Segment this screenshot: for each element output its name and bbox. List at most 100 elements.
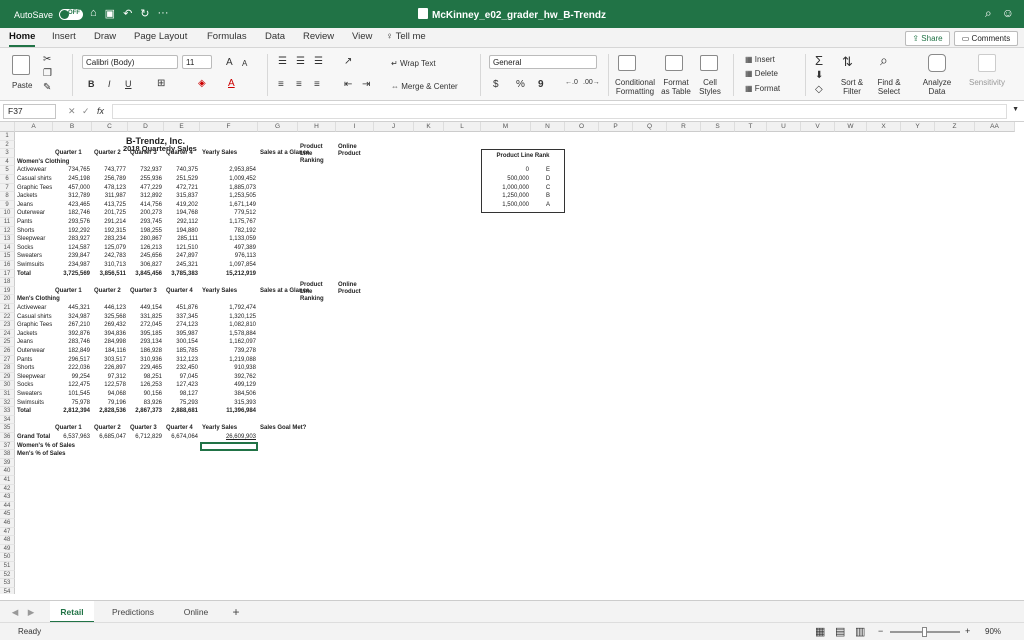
tab-page-layout[interactable]: Page Layout: [134, 31, 187, 42]
row-header[interactable]: 20: [0, 295, 15, 304]
increase-indent-icon[interactable]: ⇥: [362, 79, 370, 90]
column-header-s[interactable]: S: [701, 122, 735, 132]
add-sheet-icon[interactable]: +: [228, 601, 244, 623]
find-select-label[interactable]: Find & Select: [874, 78, 904, 96]
align-center-icon[interactable]: ≡: [296, 79, 302, 90]
column-header-i[interactable]: I: [336, 122, 374, 132]
column-header-m[interactable]: M: [481, 122, 531, 132]
tab-view[interactable]: View: [352, 31, 372, 42]
comma-button[interactable]: 9: [538, 79, 544, 90]
align-middle-icon[interactable]: ☰: [296, 56, 305, 67]
column-header-g[interactable]: G: [258, 122, 298, 132]
column-header-j[interactable]: J: [374, 122, 414, 132]
row-header[interactable]: 7: [0, 183, 15, 193]
zoom-slider-thumb[interactable]: [922, 627, 927, 637]
row-header[interactable]: 45: [0, 510, 15, 519]
row-header[interactable]: 19: [0, 286, 15, 296]
row-header[interactable]: 50: [0, 553, 15, 562]
format-as-table-icon[interactable]: [665, 55, 683, 71]
row-header[interactable]: 2: [0, 140, 15, 150]
select-all-corner[interactable]: [0, 122, 15, 132]
column-header-k[interactable]: K: [414, 122, 444, 132]
row-header[interactable]: 38: [0, 450, 15, 459]
share-button[interactable]: ⇪ Share: [905, 31, 950, 46]
tell-me-search[interactable]: ♀ Tell me: [386, 31, 426, 42]
column-header-p[interactable]: P: [599, 122, 633, 132]
formula-input[interactable]: [112, 104, 1007, 119]
decrease-indent-icon[interactable]: ⇤: [344, 79, 352, 90]
currency-button[interactable]: $: [493, 79, 499, 90]
row-header[interactable]: 29: [0, 372, 15, 382]
row-header[interactable]: 1: [0, 132, 15, 141]
font-size-select[interactable]: 11: [182, 55, 212, 69]
row-header[interactable]: 39: [0, 458, 15, 468]
fill-color-icon[interactable]: ◈: [198, 78, 206, 89]
align-top-icon[interactable]: ☰: [278, 56, 287, 67]
conditional-formatting-icon[interactable]: [618, 55, 636, 71]
next-sheet-icon[interactable]: ▶: [26, 601, 36, 623]
column-header-f[interactable]: F: [200, 122, 258, 132]
zoom-out-icon[interactable]: −: [878, 626, 883, 636]
row-header[interactable]: 51: [0, 562, 15, 571]
column-header-t[interactable]: T: [735, 122, 767, 132]
paste-icon[interactable]: [12, 55, 30, 75]
tab-data[interactable]: Data: [265, 31, 285, 42]
row-header[interactable]: 37: [0, 441, 15, 451]
copy-icon[interactable]: ❐: [43, 68, 52, 79]
merge-center-button[interactable]: ⇔ Merge & Center: [391, 82, 458, 91]
cell-styles-icon[interactable]: [700, 55, 718, 71]
cut-icon[interactable]: ✂: [43, 54, 51, 65]
row-header[interactable]: 25: [0, 338, 15, 347]
row-header[interactable]: 27: [0, 355, 15, 365]
row-header[interactable]: 34: [0, 415, 15, 425]
column-header-d[interactable]: D: [128, 122, 164, 132]
column-header-v[interactable]: V: [801, 122, 835, 132]
delete-cells-button[interactable]: ▦ Delete: [745, 69, 778, 78]
row-header[interactable]: 26: [0, 347, 15, 356]
row-header[interactable]: 40: [0, 467, 15, 476]
cancel-icon[interactable]: ✕: [68, 106, 76, 117]
row-header[interactable]: 14: [0, 243, 15, 253]
row-header[interactable]: 47: [0, 527, 15, 537]
font-color-icon[interactable]: A: [228, 78, 235, 89]
decrease-decimal-icon[interactable]: .00→: [583, 79, 600, 86]
enter-icon[interactable]: ✓: [82, 106, 90, 117]
tab-formulas[interactable]: Formulas: [207, 31, 247, 42]
column-header-x[interactable]: X: [867, 122, 901, 132]
row-header[interactable]: 30: [0, 381, 15, 390]
tab-draw[interactable]: Draw: [94, 31, 116, 42]
number-format-select[interactable]: General: [489, 55, 597, 69]
search-icon[interactable]: ⌕: [985, 6, 992, 21]
row-header[interactable]: 43: [0, 493, 15, 502]
row-header[interactable]: 24: [0, 329, 15, 339]
row-header[interactable]: 3: [0, 149, 15, 158]
row-header[interactable]: 18: [0, 278, 15, 287]
row-header[interactable]: 35: [0, 424, 15, 433]
tab-insert[interactable]: Insert: [52, 31, 76, 42]
row-header[interactable]: 41: [0, 476, 15, 485]
wrap-text-button[interactable]: ↵ Wrap Text: [391, 59, 436, 68]
column-header-aa[interactable]: AA: [975, 122, 1015, 132]
fill-icon[interactable]: ⬇: [815, 70, 823, 81]
tab-review[interactable]: Review: [303, 31, 334, 42]
sort-filter-label[interactable]: Sort & Filter: [837, 78, 867, 96]
name-box[interactable]: F37: [3, 104, 56, 119]
column-header-u[interactable]: U: [767, 122, 801, 132]
row-header[interactable]: 10: [0, 209, 15, 218]
format-as-table-label[interactable]: Format as Table: [659, 78, 693, 96]
increase-decimal-icon[interactable]: ←.0: [565, 79, 578, 86]
analyze-data-icon[interactable]: [928, 54, 946, 72]
column-header-y[interactable]: Y: [901, 122, 935, 132]
borders-icon[interactable]: ⊞: [157, 78, 165, 89]
grow-font-button[interactable]: A: [226, 57, 233, 68]
format-cells-button[interactable]: ▦ Format: [745, 84, 780, 93]
expand-formula-bar-icon[interactable]: ▼: [1012, 106, 1019, 113]
row-header[interactable]: 36: [0, 433, 15, 442]
percent-button[interactable]: %: [516, 79, 525, 90]
row-header[interactable]: 5: [0, 166, 15, 175]
row-header[interactable]: 48: [0, 536, 15, 545]
column-header-o[interactable]: O: [565, 122, 599, 132]
prev-sheet-icon[interactable]: ◀: [10, 601, 20, 623]
orientation-icon[interactable]: ↗: [344, 56, 352, 67]
tab-home[interactable]: Home: [9, 31, 36, 47]
